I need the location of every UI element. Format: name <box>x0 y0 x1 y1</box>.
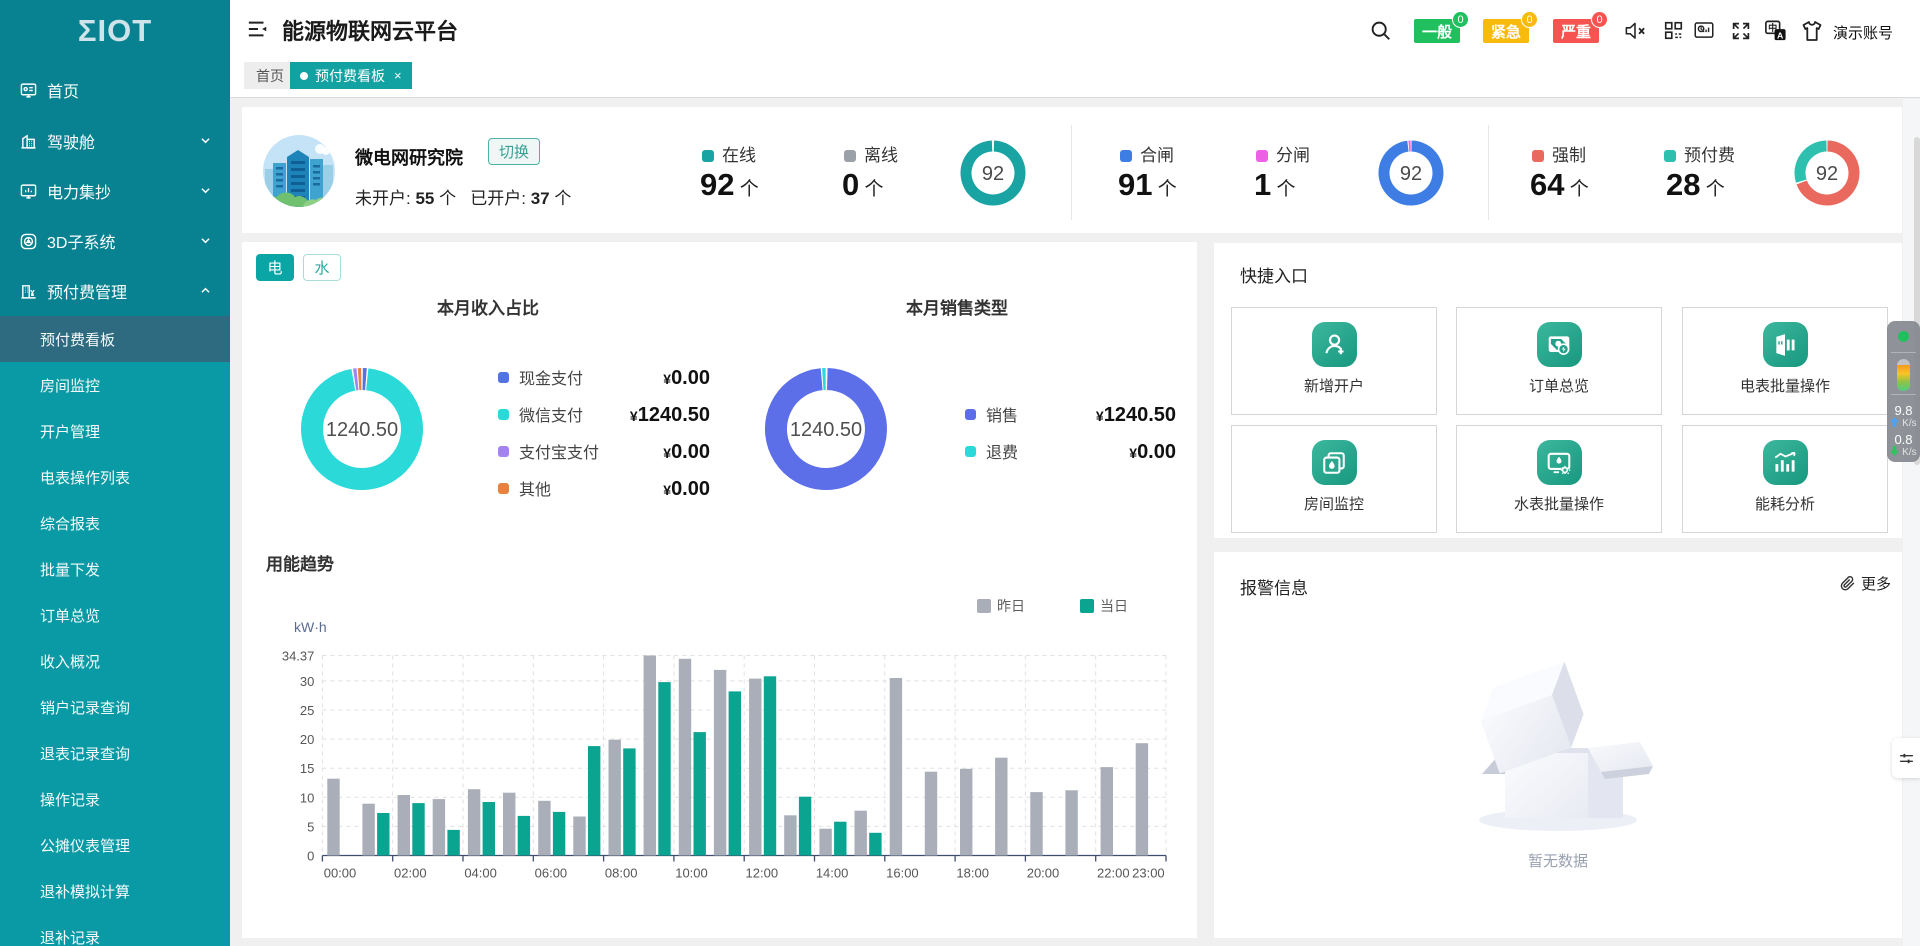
svg-text:12:00: 12:00 <box>746 866 779 881</box>
svg-text:00:00: 00:00 <box>324 866 357 881</box>
svg-text:18:00: 18:00 <box>956 866 989 881</box>
svg-text:昨日: 昨日 <box>997 598 1025 614</box>
svg-text:20:00: 20:00 <box>1027 866 1060 881</box>
svg-text:14:00: 14:00 <box>816 866 849 881</box>
svg-text:A: A <box>1777 30 1784 40</box>
svg-text:当日: 当日 <box>1100 598 1128 614</box>
svg-text:08:00: 08:00 <box>605 866 638 881</box>
svg-text:30: 30 <box>300 674 314 689</box>
svg-text:92: 92 <box>1400 163 1422 185</box>
svg-text:02:00: 02:00 <box>394 866 427 881</box>
svg-text:10: 10 <box>300 790 314 805</box>
svg-text:92: 92 <box>982 163 1004 185</box>
svg-text:25: 25 <box>300 703 314 718</box>
svg-text:16:00: 16:00 <box>886 866 919 881</box>
svg-text:04:00: 04:00 <box>464 866 497 881</box>
svg-text:15: 15 <box>300 761 314 776</box>
svg-text:0: 0 <box>307 849 314 864</box>
svg-text:23:00: 23:00 <box>1132 866 1165 881</box>
svg-text:kW·h: kW·h <box>294 619 327 635</box>
svg-text:5: 5 <box>307 819 314 834</box>
svg-text:22:00: 22:00 <box>1097 866 1130 881</box>
svg-text:06:00: 06:00 <box>535 866 568 881</box>
svg-text:1240.50: 1240.50 <box>790 419 862 441</box>
svg-text:1240.50: 1240.50 <box>326 419 398 441</box>
svg-text:20: 20 <box>300 732 314 747</box>
svg-text:10:00: 10:00 <box>675 866 708 881</box>
svg-text:34.37: 34.37 <box>282 649 315 664</box>
svg-text:92: 92 <box>1816 163 1838 185</box>
